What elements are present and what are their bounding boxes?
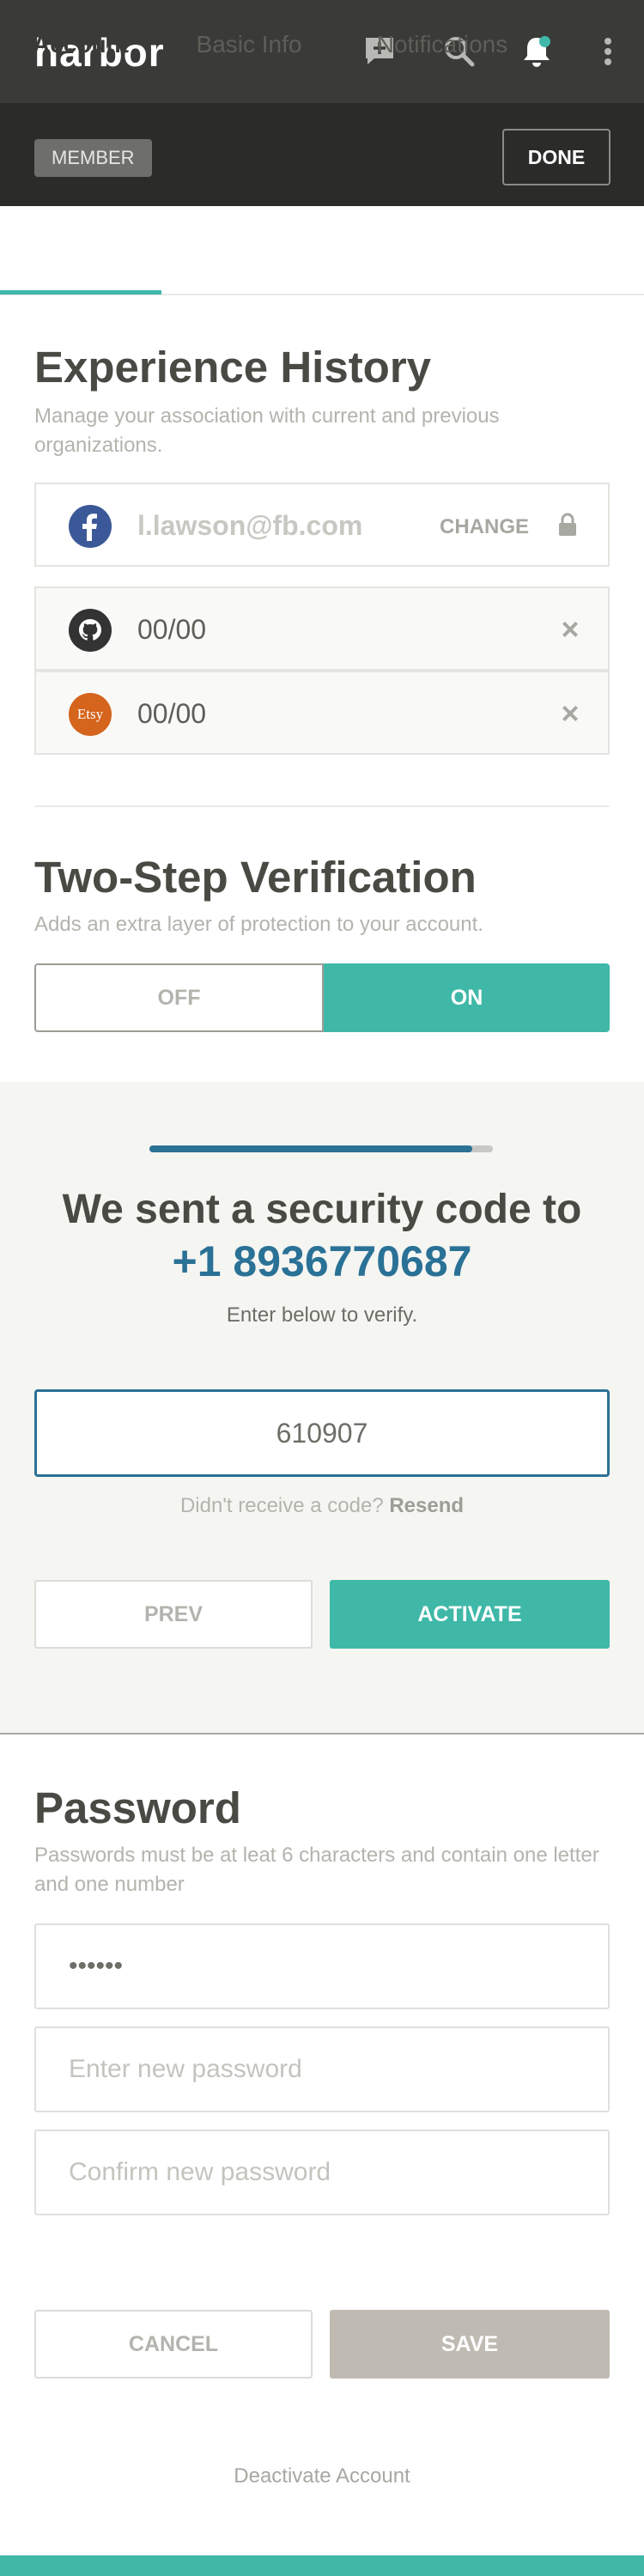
two-step-on-option[interactable]: ON	[324, 963, 610, 1032]
activate-button[interactable]: ACTIVATE	[330, 1580, 610, 1649]
github-account-value: 00/00	[137, 614, 207, 645]
done-button[interactable]: DONE	[502, 129, 611, 185]
github-icon	[69, 609, 112, 652]
cancel-button[interactable]: CANCEL	[34, 2310, 313, 2379]
resend-prompt: Didn't receive a code? Resend	[0, 1494, 644, 1518]
save-button[interactable]: SAVE	[330, 2310, 610, 2379]
code-sent-title: We sent a security code to	[62, 1187, 582, 1232]
section-divider	[34, 805, 610, 807]
active-tab-indicator	[0, 290, 161, 295]
member-badge: MEMBER	[34, 139, 152, 177]
resend-link[interactable]: Resend	[389, 1494, 464, 1517]
confirm-password-field[interactable]	[34, 2129, 610, 2215]
notification-dot	[539, 36, 550, 47]
prev-button[interactable]: PREV	[34, 1580, 313, 1649]
deactivate-account-link[interactable]: Deactivate Account	[0, 2464, 644, 2488]
tab-account[interactable]: Account	[0, 0, 161, 89]
new-password-field[interactable]	[34, 2026, 610, 2112]
github-account-row: 00/00 ×	[34, 586, 610, 671]
verification-phone-number: +1 8936770687	[172, 1237, 472, 1285]
password-description: Passwords must be at leat 6 characters a…	[34, 1844, 599, 1896]
security-code-input[interactable]	[34, 1389, 610, 1477]
more-vertical-icon[interactable]	[589, 33, 627, 70]
resend-question: Didn't receive a code?	[179, 1494, 384, 1517]
verify-instructions: Enter below to verify.	[226, 1303, 418, 1327]
etsy-icon-text: Etsy	[76, 706, 104, 722]
facebook-icon	[69, 505, 112, 548]
password-title: Password	[34, 1783, 241, 1832]
remove-etsy-button[interactable]: ×	[553, 695, 587, 732]
two-step-title: Two-Step Verification	[34, 853, 477, 902]
etsy-account-value: 00/00	[137, 698, 207, 729]
current-password-field[interactable]	[34, 1923, 610, 2009]
two-step-off-option[interactable]: OFF	[34, 963, 324, 1032]
experience-history-description: Manage your association with current and…	[34, 404, 500, 457]
experience-history-title: Experience History	[34, 343, 432, 392]
tab-basic-info[interactable]: Basic Info	[172, 0, 326, 89]
change-account-link[interactable]: CHANGE	[440, 515, 529, 539]
verification-progress-bar	[149, 1145, 493, 1152]
remove-github-button[interactable]: ×	[553, 611, 587, 648]
two-step-description: Adds an extra layer of protection to you…	[34, 913, 483, 936]
etsy-account-row: Etsy 00/00 ×	[34, 671, 610, 755]
tab-bar	[0, 206, 644, 295]
lock-icon	[555, 512, 580, 538]
verification-progress-fill	[149, 1145, 472, 1152]
etsy-icon: Etsy	[69, 693, 112, 736]
tab-notifications[interactable]: Notifications	[361, 0, 524, 89]
facebook-account-email: l.lawson@fb.com	[137, 510, 363, 541]
facebook-account-row: l.lawson@fb.com CHANGE	[34, 483, 610, 567]
two-step-toggle: OFF ON	[34, 963, 610, 1032]
bottom-accent-bar	[0, 2555, 644, 2576]
